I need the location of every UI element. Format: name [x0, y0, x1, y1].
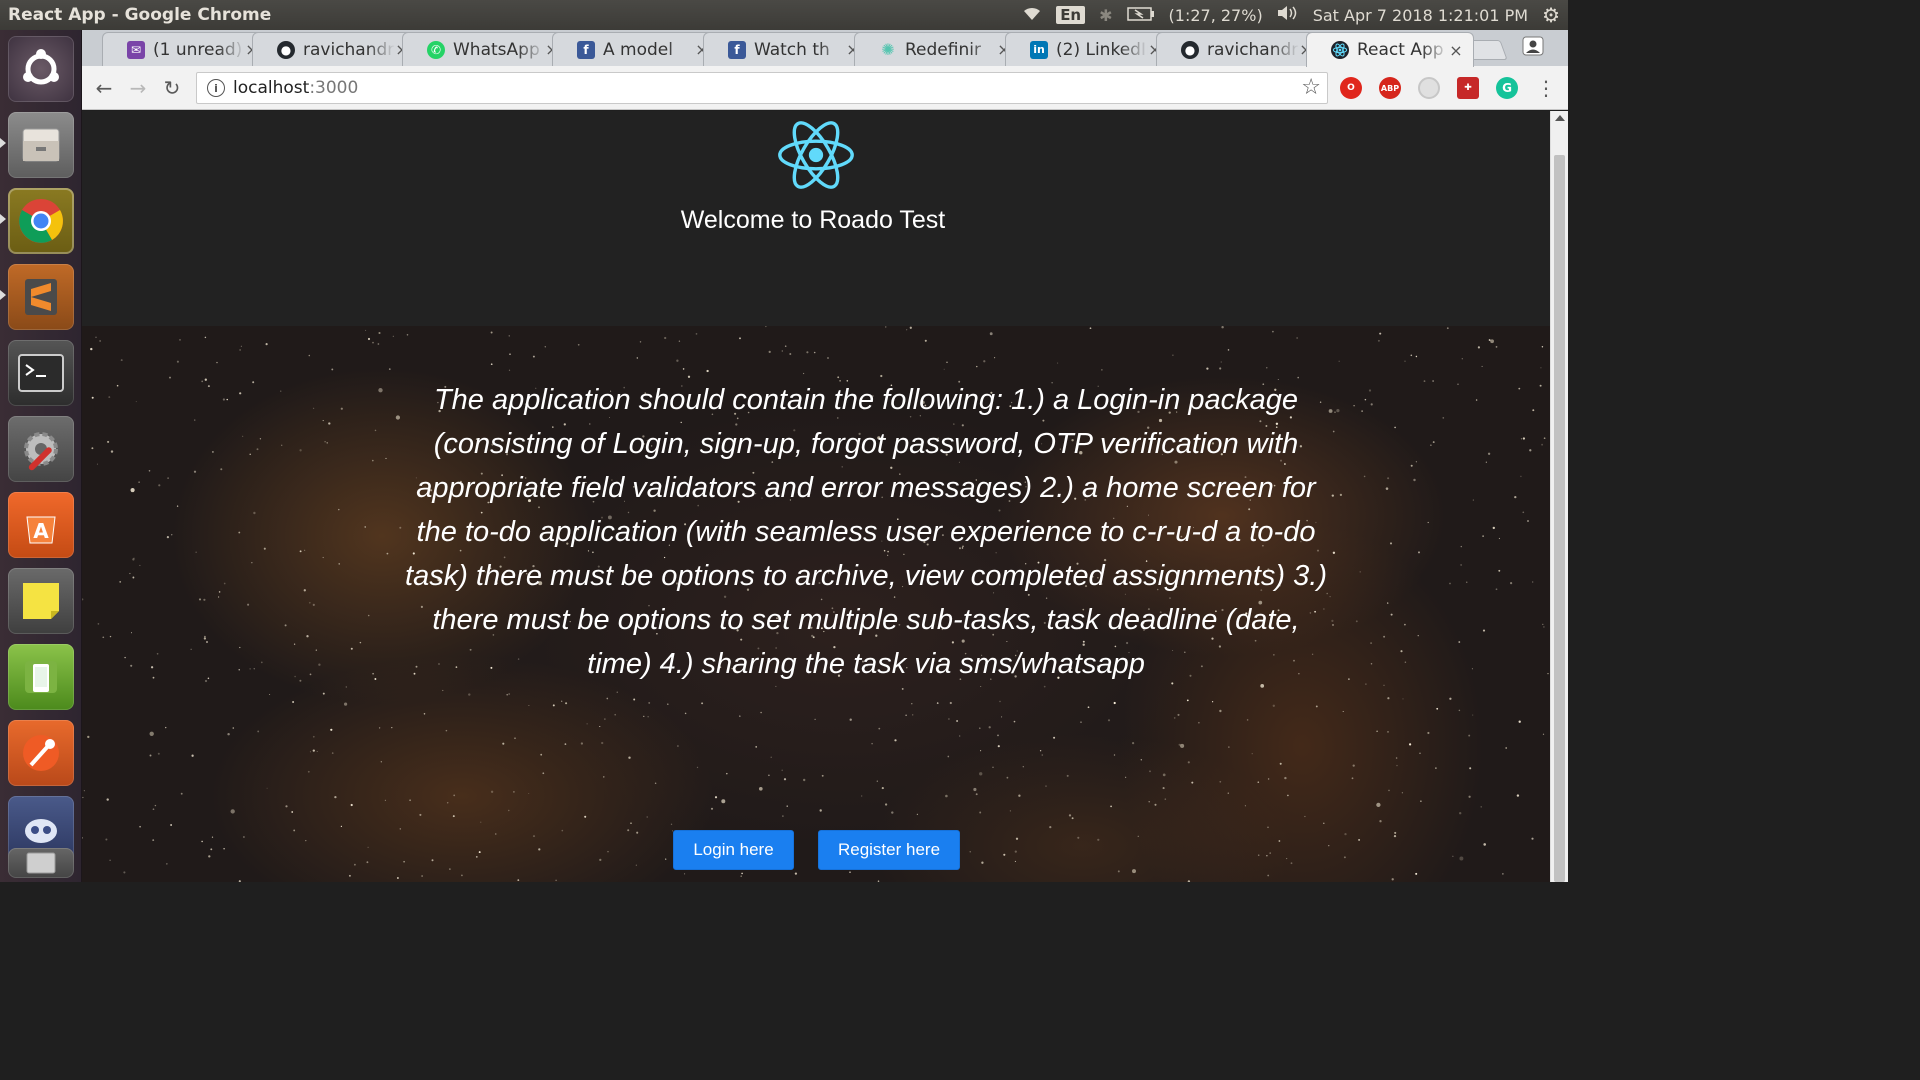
- tab-title: Redefinir: [905, 39, 981, 60]
- sublime-text-icon[interactable]: [8, 264, 74, 330]
- page-title: Welcome to Roado Test: [680, 206, 946, 234]
- reload-icon[interactable]: ↻: [160, 76, 184, 100]
- postman-icon[interactable]: [8, 720, 74, 786]
- url-host: localhost: [233, 78, 310, 98]
- grammarly-icon[interactable]: G: [1496, 77, 1518, 99]
- tab-title: ravichandra: [303, 39, 395, 60]
- extension-red-icon[interactable]: ✚: [1457, 77, 1479, 99]
- browser-tab-strip: ✉ (1 unread) × ● ravichandra × ✆ WhatsAp…: [82, 30, 1568, 67]
- browser-tab[interactable]: ✆ WhatsApp ×: [402, 32, 570, 66]
- launcher-running-indicator: [0, 138, 6, 148]
- browser-toolbar: ← → ↻ i localhost:3000 ☆ O ABP ✚ G ⋮: [82, 66, 1568, 110]
- launcher-running-indicator: [0, 214, 6, 224]
- scroll-up-arrow-icon[interactable]: [1555, 115, 1565, 121]
- chrome-menu-icon[interactable]: ⋮: [1534, 76, 1558, 100]
- browser-tab[interactable]: in (2) LinkedIn ×: [1005, 32, 1173, 66]
- browser-tab-active[interactable]: React App ×: [1306, 32, 1474, 67]
- facebook-icon: f: [728, 40, 746, 59]
- settings-gear-icon[interactable]: ⚙: [1542, 3, 1560, 27]
- forward-arrow-icon[interactable]: →: [126, 76, 150, 100]
- launcher-running-indicator: [0, 290, 6, 300]
- terminal-icon[interactable]: [8, 340, 74, 406]
- window-title: React App - Google Chrome: [8, 5, 272, 25]
- page-viewport: Welcome to Roado Test The application sh…: [82, 111, 1550, 882]
- profile-icon[interactable]: [1517, 34, 1549, 58]
- software-center-icon[interactable]: A: [8, 492, 74, 558]
- system-tray: En ✱ (1:27, 27%) Sat Apr 7 2018 1:21:01 …: [1022, 0, 1560, 30]
- keyboard-language-indicator[interactable]: En: [1056, 6, 1086, 24]
- sticky-notes-icon[interactable]: [8, 568, 74, 634]
- app-header: Welcome to Roado Test: [82, 111, 1550, 326]
- address-bar[interactable]: i localhost:3000 ☆: [196, 72, 1328, 104]
- volume-icon[interactable]: [1277, 5, 1299, 25]
- svg-text:A: A: [33, 519, 49, 543]
- browser-tab[interactable]: ✉ (1 unread) ×: [102, 32, 270, 66]
- register-button[interactable]: Register here: [818, 830, 960, 870]
- opera-icon[interactable]: O: [1340, 77, 1362, 99]
- trash-icon[interactable]: [8, 848, 74, 878]
- login-button[interactable]: Login here: [673, 830, 794, 870]
- url-port: :3000: [309, 78, 359, 98]
- browser-tab[interactable]: ● ravichandra ×: [1156, 32, 1324, 66]
- adblock-icon[interactable]: ABP: [1379, 77, 1401, 99]
- tab-title: Watch th: [754, 39, 830, 60]
- scrollbar-thumb[interactable]: [1554, 155, 1565, 882]
- browser-tab[interactable]: f Watch th ×: [703, 32, 871, 66]
- tab-title: A model: [603, 39, 673, 60]
- chrome-icon[interactable]: [8, 188, 74, 254]
- page-scrollbar[interactable]: [1550, 111, 1568, 882]
- battery-icon[interactable]: [1126, 6, 1155, 25]
- react-logo-icon: [778, 121, 854, 189]
- extension-gray-icon[interactable]: [1418, 77, 1440, 99]
- close-tab-icon[interactable]: ×: [1449, 41, 1463, 60]
- requirements-text: The application should contain the follo…: [405, 384, 1327, 680]
- system-settings-icon[interactable]: [8, 416, 74, 482]
- clock-datetime[interactable]: Sat Apr 7 2018 1:21:01 PM: [1313, 6, 1528, 25]
- bluetooth-icon[interactable]: ✱: [1099, 6, 1112, 25]
- battery-status-text: (1:27, 27%): [1168, 5, 1263, 25]
- site-info-icon[interactable]: i: [207, 79, 225, 97]
- window-title-bar: React App - Google Chrome En ✱ (1:27, 27…: [0, 0, 1568, 30]
- linkedin-icon: in: [1030, 40, 1048, 59]
- tab-title: ravichandra: [1207, 39, 1299, 60]
- whatsapp-icon: ✆: [427, 40, 445, 59]
- tab-title: (2) LinkedIn: [1056, 39, 1148, 60]
- facebook-icon: f: [577, 40, 595, 59]
- browser-tab[interactable]: ✺ Redefinir ×: [854, 32, 1022, 66]
- browser-tab[interactable]: ● ravichandra ×: [252, 32, 420, 66]
- tab-title: React App: [1357, 40, 1444, 60]
- browser-tab[interactable]: f A model ×: [552, 32, 720, 66]
- tab-title: WhatsApp: [453, 39, 540, 60]
- react-icon: [1331, 41, 1349, 59]
- github-icon: ●: [277, 40, 295, 59]
- mail-icon: ✉: [127, 40, 145, 59]
- wifi-icon[interactable]: [1022, 5, 1042, 25]
- tab-title: (1 unread): [153, 39, 243, 60]
- android-studio-icon[interactable]: [8, 644, 74, 710]
- files-icon[interactable]: [8, 112, 74, 178]
- starfield-background: The application should contain the follo…: [82, 326, 1550, 882]
- ubuntu-dash-icon[interactable]: [8, 36, 74, 102]
- unity-launcher: A: [0, 30, 82, 882]
- github-icon: ●: [1181, 40, 1199, 59]
- back-arrow-icon[interactable]: ←: [92, 76, 116, 100]
- gear-icon: ✺: [881, 40, 895, 59]
- bookmark-star-icon[interactable]: ☆: [1301, 75, 1321, 100]
